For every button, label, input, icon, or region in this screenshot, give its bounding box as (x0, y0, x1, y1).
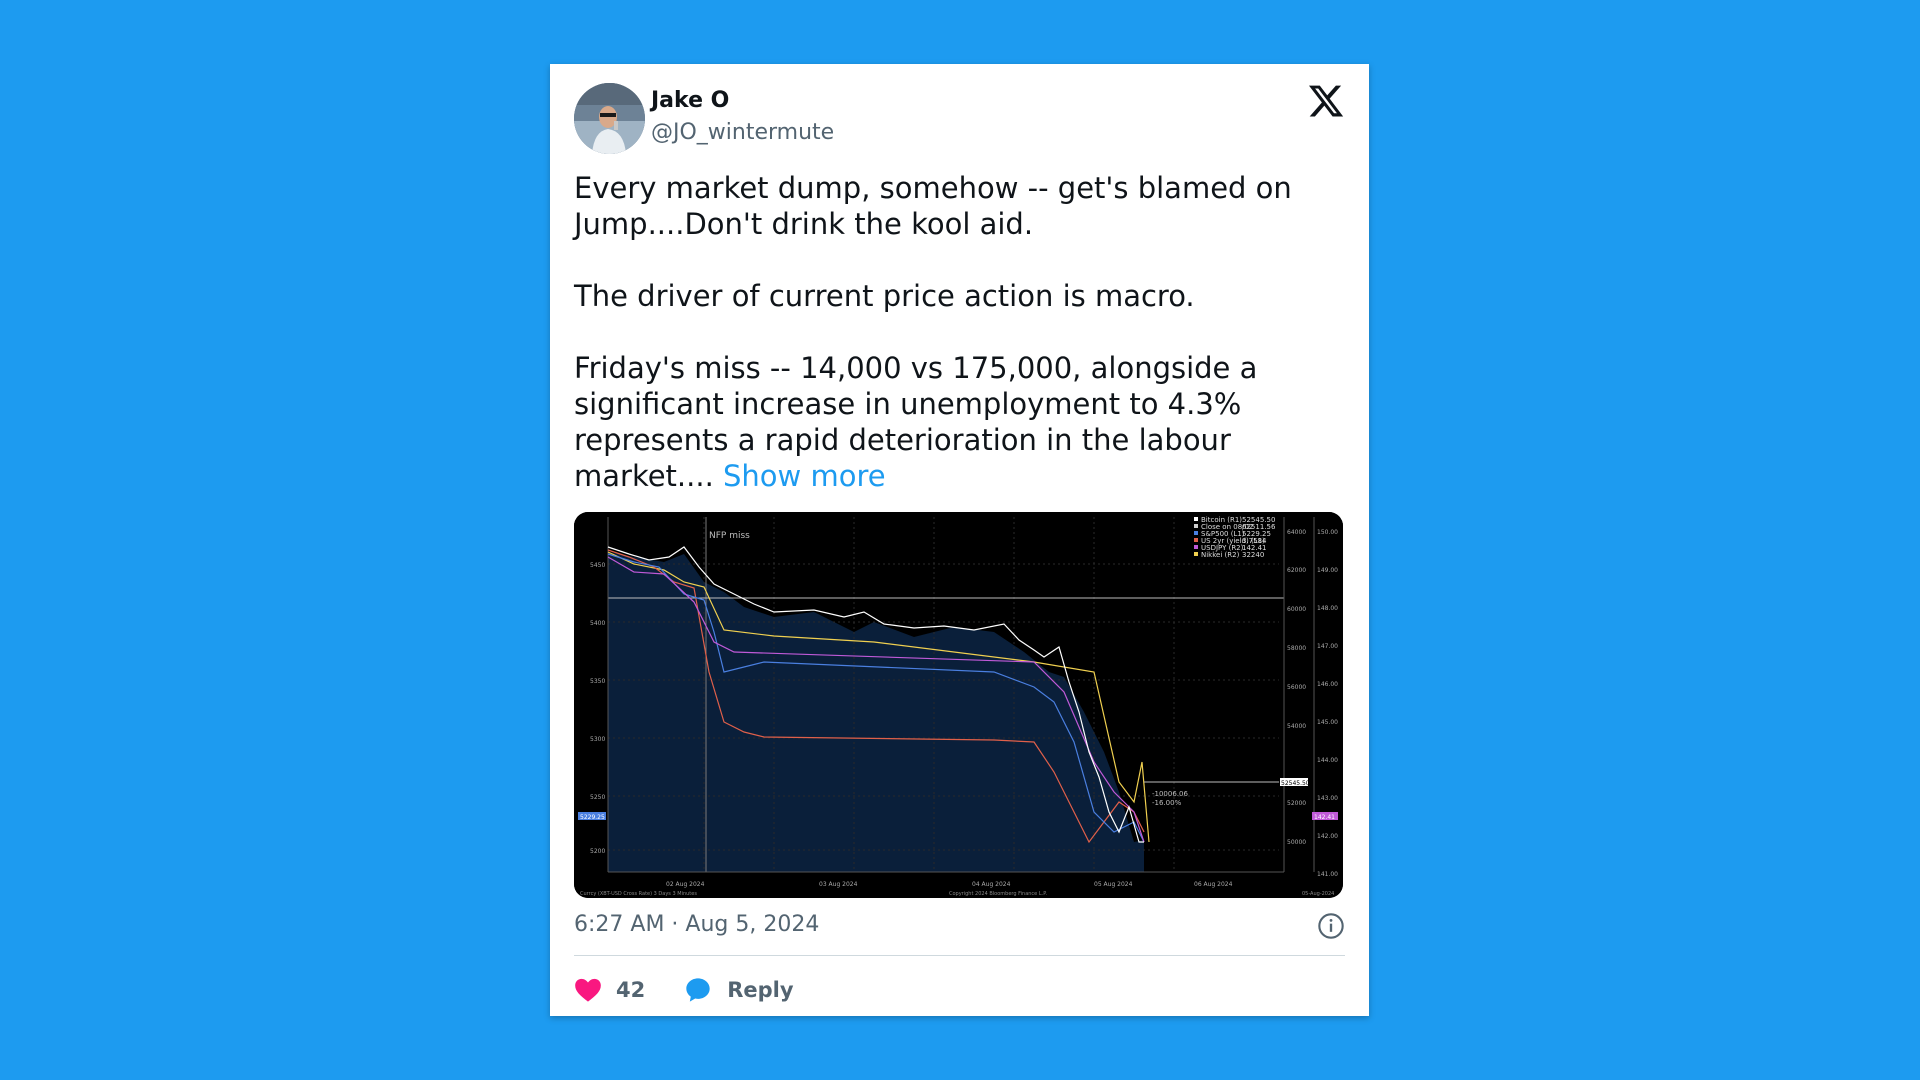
heart-icon (575, 978, 601, 1002)
left-tick: 5350 (590, 678, 605, 685)
tweet-text: Every market dump, somehow -- get's blam… (574, 170, 1294, 494)
right-tick: 52000 (1287, 800, 1306, 807)
right-tick: 54000 (1287, 723, 1306, 730)
right-tick-2: 146.00 (1317, 681, 1338, 688)
left-tick: 5300 (590, 736, 605, 743)
avatar[interactable] (574, 83, 645, 154)
x-logo-icon[interactable] (1307, 82, 1345, 120)
speech-bubble-icon (686, 978, 710, 1002)
drop-label: -16.00% (1152, 799, 1182, 807)
tweet-paragraph-text: Friday's miss -- 14,000 vs 175,000, alon… (574, 351, 1258, 493)
reply-label: Reply (727, 978, 794, 1002)
right-tick: 62000 (1287, 567, 1306, 574)
right-tick-2: 148.00 (1317, 605, 1338, 612)
right-tick-2: 147.00 (1317, 643, 1338, 650)
bloomberg-chart: NFP miss -10006.06 -16.00% Bitcoin (R1) … (574, 512, 1343, 898)
right-tick: 50000 (1287, 839, 1306, 846)
chart-footer-right: 05-Aug-2024 (1302, 891, 1334, 897)
author-name[interactable]: Jake O (651, 88, 729, 113)
right-tick: 64000 (1287, 529, 1306, 536)
right-tick-2: 149.00 (1317, 567, 1338, 574)
tag-right2: 142.41 (1314, 814, 1335, 821)
date-label: 04 Aug 2024 (972, 881, 1011, 888)
tag-right: 52545.50 (1281, 780, 1310, 787)
right-tick-2: 144.00 (1317, 757, 1338, 764)
left-tick: 5200 (590, 848, 605, 855)
right-tick-2: 145.00 (1317, 719, 1338, 726)
tweet-timestamp[interactable]: 6:27 AM · Aug 5, 2024 (574, 912, 819, 937)
tag-left: 5229.25 (580, 814, 605, 821)
tweet-paragraph: Every market dump, somehow -- get's blam… (574, 171, 1292, 241)
tweet-card: Jake O @JO_wintermute Every market dump,… (550, 64, 1369, 1016)
tweet-paragraph: The driver of current price action is ma… (574, 279, 1195, 313)
right-tick-2: 142.00 (1317, 833, 1338, 840)
date-label: 02 Aug 2024 (666, 881, 705, 888)
left-tick: 5450 (590, 562, 605, 569)
tweet-media-chart[interactable]: NFP miss -10006.06 -16.00% Bitcoin (R1) … (574, 512, 1343, 898)
right-tick: 60000 (1287, 606, 1306, 613)
date-label: 03 Aug 2024 (819, 881, 858, 888)
author-handle[interactable]: @JO_wintermute (651, 120, 834, 145)
right-tick: 56000 (1287, 684, 1306, 691)
right-tick: 58000 (1287, 645, 1306, 652)
chart-footer-center: Copyright 2024 Bloomberg Finance L.P. (949, 891, 1047, 897)
right-tick-2: 150.00 (1317, 529, 1338, 536)
right-tick-2: 141.00 (1317, 871, 1338, 878)
left-tick: 5400 (590, 620, 605, 627)
like-count: 42 (616, 978, 646, 1002)
date-label: 06 Aug 2024 (1194, 881, 1233, 888)
legend-label: Nikkei (R2) (1201, 551, 1240, 559)
chart-footer-left: Currcy (XBT-USD Cross Rate) 3 Days 3 Min… (580, 891, 697, 897)
legend-value: 32240 (1242, 551, 1264, 559)
tweet-paragraph: Friday's miss -- 14,000 vs 175,000, alon… (574, 350, 1294, 494)
show-more-link[interactable]: Show more (723, 459, 886, 493)
like-button[interactable]: 42 (574, 977, 645, 1003)
divider (574, 955, 1345, 956)
right-tick-2: 143.00 (1317, 795, 1338, 802)
date-label: 05 Aug 2024 (1094, 881, 1133, 888)
tweet-actions: 42 Reply (574, 970, 794, 1010)
chart-annotation: NFP miss (709, 531, 750, 541)
drop-label: -10006.06 (1152, 790, 1188, 798)
info-icon[interactable] (1317, 912, 1345, 940)
reply-button[interactable]: Reply (683, 976, 794, 1004)
left-tick: 5250 (590, 794, 605, 801)
